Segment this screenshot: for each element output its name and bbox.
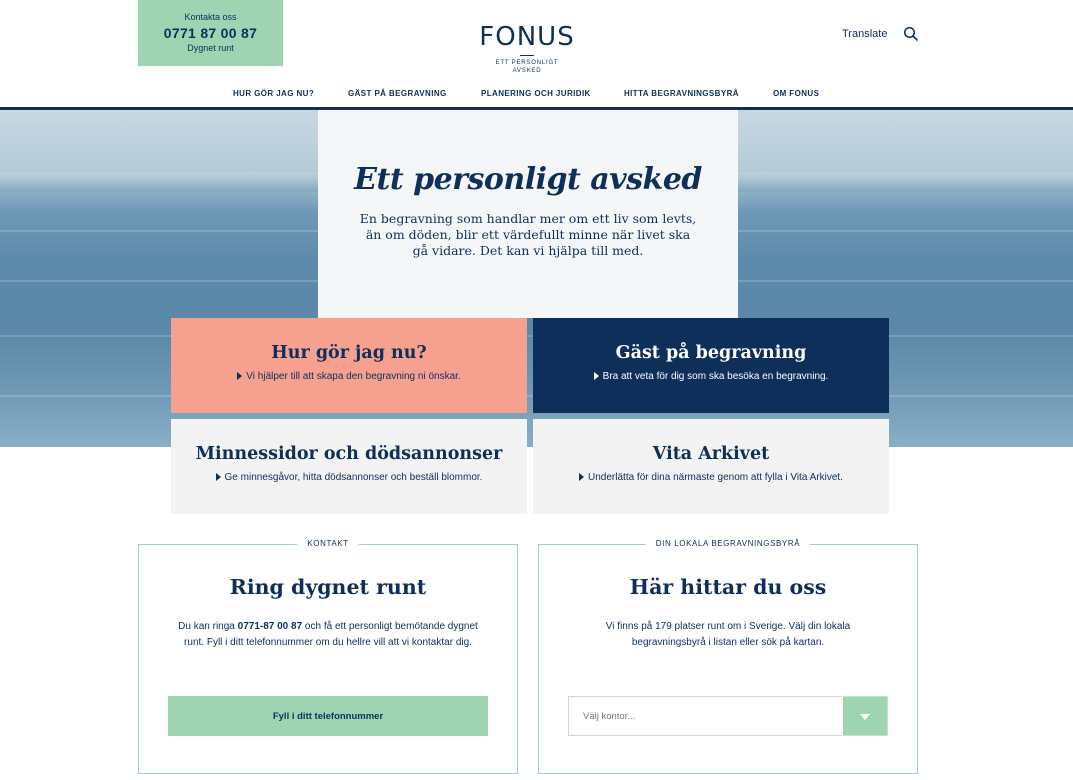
section-text: Vi finns på 179 platser runt om i Sverig… bbox=[605, 621, 851, 648]
section-label: KONTAKT bbox=[297, 539, 359, 548]
hero-text: En begravning som handlar mer om ett liv… bbox=[359, 211, 697, 258]
contact-section: KONTAKT Ring dygnet runt Du kan ringa 07… bbox=[138, 539, 518, 774]
card-subtitle: Vi hjälper till att skapa den begravning… bbox=[246, 371, 461, 382]
local-office-section: DIN LOKALA BEGRAVNINGSBYRÅ Här hittar du… bbox=[538, 539, 918, 774]
arrow-right-icon bbox=[237, 372, 243, 380]
main-nav: HUR GÖR JAG NU? GÄST PÅ BEGRAVNING PLANE… bbox=[0, 89, 1073, 107]
nav-item-gast-pa-begravning[interactable]: GÄST PÅ BEGRAVNING bbox=[348, 89, 447, 98]
section-label: DIN LOKALA BEGRAVNINGSBYRÅ bbox=[645, 539, 811, 548]
arrow-right-icon bbox=[579, 473, 585, 481]
section-title: Här hittar du oss bbox=[629, 575, 827, 599]
hero-panel: Ett personligt avsked En begravning som … bbox=[318, 110, 738, 318]
card-gast-pa-begravning[interactable]: Gäst på begravning Bra att veta för dig … bbox=[533, 318, 889, 413]
fill-phone-button[interactable]: Fyll i ditt telefonnummer bbox=[168, 696, 488, 736]
nav-item-hur-gor-jag-nu[interactable]: HUR GÖR JAG NU? bbox=[233, 89, 314, 98]
search-icon[interactable] bbox=[903, 26, 919, 42]
nav-item-om-fonus[interactable]: OM FONUS bbox=[773, 89, 819, 98]
card-minnessidor[interactable]: Minnessidor och dödsannonser Ge minnesgå… bbox=[171, 419, 527, 514]
card-subtitle: Bra att veta för dig som ska besöka en b… bbox=[602, 371, 829, 382]
nav-item-hitta-begravningsbyra[interactable]: HITTA BEGRAVNINGSBYRÅ bbox=[624, 89, 739, 98]
contact-label: Kontakta oss bbox=[184, 12, 237, 22]
contact-sub: Dygnet runt bbox=[187, 43, 234, 53]
translate-link[interactable]: Translate bbox=[842, 28, 887, 40]
nav-item-planering-och-juridik[interactable]: PLANERING OCH JURIDIK bbox=[481, 89, 591, 98]
card-title: Vita Arkivet bbox=[652, 444, 770, 464]
hero-title: Ett personligt avsked bbox=[354, 162, 702, 197]
phone-number-link[interactable]: 0771-87 00 87 bbox=[238, 621, 303, 632]
dropdown-toggle[interactable] bbox=[843, 697, 887, 735]
arrow-right-icon bbox=[215, 473, 221, 481]
fonus-logo[interactable]: FONUS ETT PERSONLIGT AVSKED bbox=[470, 22, 584, 75]
office-select-input[interactable] bbox=[569, 697, 844, 735]
section-title: Ring dygnet runt bbox=[229, 575, 427, 599]
logo-tagline: ETT PERSONLIGT AVSKED bbox=[495, 60, 559, 74]
card-subtitle: Underlätta för dina närmaste genom att f… bbox=[588, 472, 843, 483]
card-hur-gor-jag-nu[interactable]: Hur gör jag nu? Vi hjälper till att skap… bbox=[171, 318, 527, 413]
card-vita-arkivet[interactable]: Vita Arkivet Underlätta för dina närmast… bbox=[533, 419, 889, 514]
section-text: Du kan ringa 0771-87 00 87 och få ett pe… bbox=[178, 621, 478, 648]
card-title: Hur gör jag nu? bbox=[271, 343, 427, 363]
office-select[interactable] bbox=[568, 696, 888, 736]
contact-phone[interactable]: 0771 87 00 87 bbox=[138, 25, 283, 41]
card-subtitle: Ge minnesgåvor, hitta dödsannonser och b… bbox=[224, 472, 483, 483]
card-title: Gäst på begravning bbox=[615, 343, 807, 363]
logo-divider bbox=[520, 55, 534, 56]
logo-word: FONUS bbox=[479, 22, 575, 52]
contact-box[interactable]: Kontakta oss 0771 87 00 87 Dygnet runt bbox=[138, 0, 283, 66]
card-title: Minnessidor och dödsannonser bbox=[195, 444, 503, 464]
arrow-right-icon bbox=[593, 372, 599, 380]
chevron-down-icon bbox=[860, 714, 870, 720]
